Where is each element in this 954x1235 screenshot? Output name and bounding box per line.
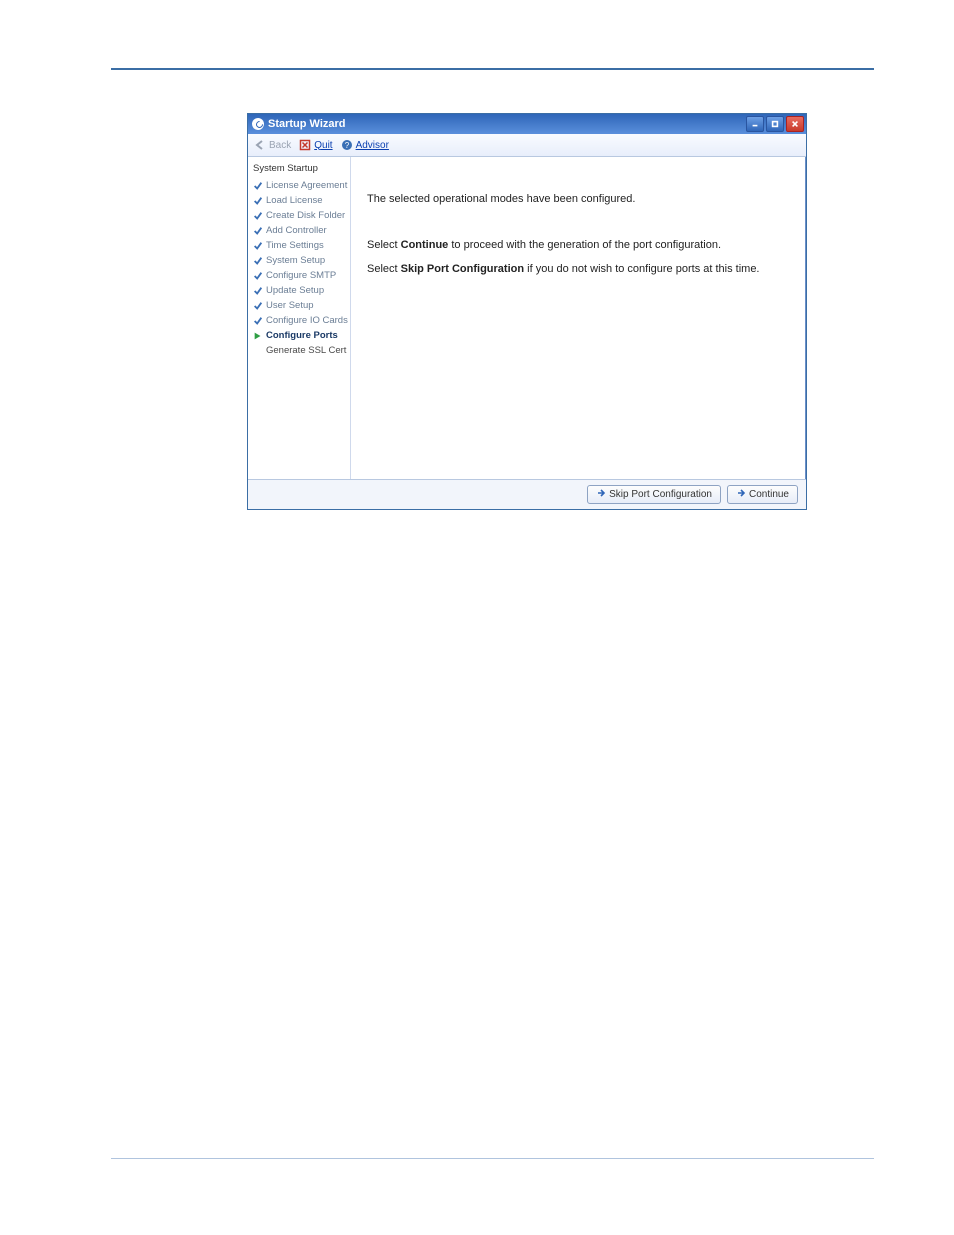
check-icon (253, 181, 263, 191)
wizard-step-label: Configure IO Cards (266, 315, 348, 327)
advisor-icon: ? (341, 139, 353, 151)
content-line-3-bold: Skip Port Configuration (401, 263, 524, 275)
wizard-step-5: System Setup (251, 253, 347, 268)
check-icon (253, 211, 263, 221)
wizard-step-label: License Agreement (266, 180, 347, 192)
current-step-icon (253, 331, 263, 341)
document-page: Startup Wizard Back (0, 0, 954, 1235)
wizard-step-11: Generate SSL Cert (251, 343, 347, 358)
titlebar: Startup Wizard (248, 114, 806, 134)
skip-label: Skip Port Configuration (609, 489, 712, 500)
startup-wizard-window: Startup Wizard Back (247, 113, 807, 510)
check-icon (253, 286, 263, 296)
sidebar-title: System Startup (251, 161, 347, 178)
check-icon (253, 256, 263, 266)
wizard-step-1: Load License (251, 193, 347, 208)
content-line-2: Select Continue to proceed with the gene… (367, 239, 790, 251)
check-icon (253, 226, 263, 236)
quit-button[interactable]: Quit (299, 139, 332, 151)
quit-label: Quit (314, 140, 332, 151)
wizard-step-4: Time Settings (251, 238, 347, 253)
back-button: Back (254, 139, 291, 151)
wizard-step-label: Time Settings (266, 240, 324, 252)
wizard-body: System Startup License Agreement Load Lic… (248, 157, 806, 479)
pending-step-icon (253, 346, 263, 356)
wizard-step-6: Configure SMTP (251, 268, 347, 283)
wizard-step-label: Configure SMTP (266, 270, 336, 282)
top-rule (111, 68, 874, 70)
wizard-step-9: Configure IO Cards (251, 313, 347, 328)
wizard-step-7: Update Setup (251, 283, 347, 298)
wizard-step-3: Add Controller (251, 223, 347, 238)
toolbar: Back Quit ? Advisor (248, 134, 806, 157)
close-button[interactable] (786, 116, 804, 132)
wizard-footer: Skip Port Configuration Continue (248, 479, 806, 509)
minimize-button[interactable] (746, 116, 764, 132)
wizard-step-2: Create Disk Folder (251, 208, 347, 223)
check-icon (253, 316, 263, 326)
bottom-rule (111, 1158, 874, 1159)
svg-text:?: ? (344, 141, 349, 150)
wizard-step-label: Add Controller (266, 225, 327, 237)
app-icon (252, 118, 264, 130)
content-line-2-post: to proceed with the generation of the po… (448, 239, 721, 251)
wizard-step-label: User Setup (266, 300, 314, 312)
wizard-step-10: Configure Ports (251, 328, 347, 343)
back-label: Back (269, 140, 291, 151)
check-icon (253, 196, 263, 206)
content-line-3-pre: Select (367, 263, 401, 275)
advisor-button[interactable]: ? Advisor (341, 139, 389, 151)
check-icon (253, 271, 263, 281)
wizard-step-label: Configure Ports (266, 330, 338, 342)
check-icon (253, 301, 263, 311)
check-icon (253, 241, 263, 251)
maximize-button[interactable] (766, 116, 784, 132)
content-line-3: Select Skip Port Configuration if you do… (367, 263, 790, 275)
continue-label: Continue (749, 489, 789, 500)
wizard-step-label: Update Setup (266, 285, 324, 297)
arrow-right-icon (596, 488, 606, 501)
wizard-step-label: Create Disk Folder (266, 210, 345, 222)
wizard-step-0: License Agreement (251, 178, 347, 193)
wizard-steps-list: License Agreement Load License Create Disk… (251, 178, 347, 358)
content-line-1: The selected operational modes have been… (367, 193, 790, 205)
advisor-label: Advisor (356, 140, 389, 151)
wizard-step-8: User Setup (251, 298, 347, 313)
wizard-sidebar: System Startup License Agreement Load Lic… (248, 157, 351, 479)
skip-port-configuration-button[interactable]: Skip Port Configuration (587, 485, 721, 504)
content-line-2-bold: Continue (401, 239, 449, 251)
content-line-2-pre: Select (367, 239, 401, 251)
back-arrow-icon (254, 139, 266, 151)
wizard-step-label: System Setup (266, 255, 325, 267)
content-line-3-post: if you do not wish to configure ports at… (524, 263, 759, 275)
wizard-content: The selected operational modes have been… (351, 157, 806, 479)
window-controls (746, 116, 804, 132)
wizard-step-label: Generate SSL Cert (266, 345, 346, 357)
window-title: Startup Wizard (268, 118, 346, 130)
continue-button[interactable]: Continue (727, 485, 798, 504)
quit-icon (299, 139, 311, 151)
wizard-step-label: Load License (266, 195, 323, 207)
arrow-right-icon (736, 488, 746, 501)
